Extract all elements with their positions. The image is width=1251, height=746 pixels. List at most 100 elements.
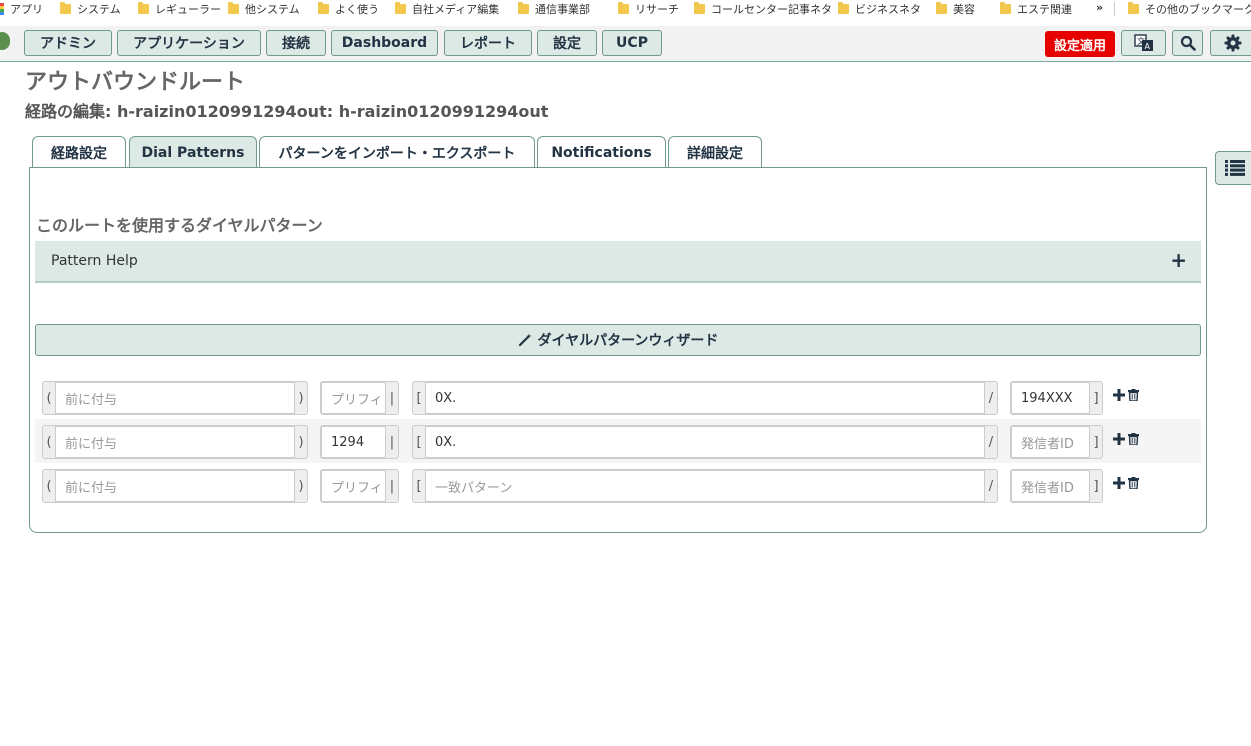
- bookmark-other-folder[interactable]: その他のブックマーク: [1128, 1, 1251, 17]
- folder-icon: [318, 2, 329, 14]
- side-list-button[interactable]: [1215, 151, 1251, 185]
- callerid-input[interactable]: 194XXX: [1011, 382, 1090, 414]
- folder-icon: [694, 2, 705, 14]
- bookmarks-divider: [1114, 2, 1115, 16]
- tab-dial-patterns[interactable]: Dial Patterns: [129, 136, 257, 169]
- prefix-input[interactable]: プリフィックス: [321, 382, 386, 414]
- svg-text:A: A: [1144, 42, 1150, 51]
- tab-import-export-patterns[interactable]: パターンをインポート・エクスポート: [259, 136, 535, 168]
- nav-applications-button[interactable]: アプリケーション: [117, 30, 261, 56]
- dial-pattern-row: ( 前に付与 ) プリフィックス | [ 一致パターン / 発信者ID ]: [35, 463, 1201, 507]
- trash-icon[interactable]: [1128, 433, 1139, 445]
- bookmark-label: その他のブックマーク: [1145, 3, 1251, 16]
- match-group: [ 0X. /: [412, 425, 998, 459]
- plus-icon[interactable]: [1113, 389, 1125, 401]
- bookmark-folder[interactable]: レギューラー: [138, 1, 221, 17]
- bookmarks-overflow-button[interactable]: »: [1096, 1, 1103, 14]
- bookmark-label: アプリ: [10, 3, 43, 16]
- language-button[interactable]: 文 A: [1121, 30, 1166, 56]
- plus-icon[interactable]: +: [1170, 248, 1187, 272]
- prefix-input[interactable]: 1294: [321, 426, 386, 458]
- bracket-label: ): [298, 390, 304, 406]
- bookmark-label: 他システム: [245, 3, 300, 16]
- prepend-group: ( 前に付与 ): [42, 469, 308, 503]
- section-title: このルートを使用するダイヤルパターン: [36, 216, 323, 235]
- nav-admin-button[interactable]: アドミン: [24, 30, 112, 56]
- dial-pattern-row: ( 前に付与 ) プリフィックス | [ 0X. / 194XXX ]: [35, 375, 1201, 419]
- nav-dashboard-button[interactable]: Dashboard: [331, 30, 438, 56]
- callerid-group: 発信者ID ]: [1010, 425, 1103, 459]
- language-icon: 文 A: [1133, 34, 1153, 51]
- bookmark-label: 自社メディア編集: [412, 3, 500, 16]
- bookmark-folder[interactable]: 通信事業部: [518, 1, 590, 17]
- bracket-label: [: [416, 390, 422, 406]
- bookmark-folder[interactable]: 他システム: [228, 1, 300, 17]
- bookmark-apps[interactable]: アプリ: [0, 1, 43, 17]
- bookmark-folder[interactable]: 自社メディア編集: [395, 1, 499, 17]
- search-button[interactable]: [1172, 30, 1203, 56]
- wizard-label: ダイヤルパターンウィザード: [537, 333, 719, 349]
- logo-icon[interactable]: [0, 32, 10, 50]
- folder-icon: [518, 2, 529, 14]
- bookmark-folder[interactable]: リサーチ: [618, 1, 679, 17]
- bracket-label: (: [46, 434, 52, 450]
- bracket-label: ]: [1093, 478, 1099, 494]
- pattern-help-accordion[interactable]: Pattern Help +: [35, 241, 1201, 283]
- apps-icon: [0, 3, 4, 15]
- bracket-label: (: [46, 390, 52, 406]
- prepend-input[interactable]: 前に付与: [55, 382, 295, 414]
- folder-icon: [395, 2, 406, 14]
- settings-button[interactable]: [1210, 30, 1251, 56]
- nav-settings-button[interactable]: 設定: [537, 30, 597, 56]
- bookmark-folder[interactable]: ビジネスネタ: [838, 1, 921, 17]
- bracket-label: ]: [1093, 390, 1099, 406]
- pattern-help-label: Pattern Help: [51, 253, 138, 269]
- callerid-input[interactable]: 発信者ID: [1011, 470, 1090, 502]
- trash-icon[interactable]: [1128, 389, 1139, 401]
- trash-icon[interactable]: [1128, 477, 1139, 489]
- nav-ucp-button[interactable]: UCP: [602, 30, 662, 56]
- prepend-group: ( 前に付与 ): [42, 381, 308, 415]
- gear-icon: [1224, 34, 1241, 52]
- prefix-input[interactable]: プリフィックス: [321, 470, 386, 502]
- match-pattern-input[interactable]: 0X.: [425, 426, 985, 458]
- match-group: [ 0X. /: [412, 381, 998, 415]
- match-group: [ 一致パターン /: [412, 469, 998, 503]
- plus-icon[interactable]: [1113, 477, 1125, 489]
- separator-label: /: [988, 478, 994, 494]
- bookmark-folder[interactable]: エステ関連: [1000, 1, 1072, 17]
- prepend-input[interactable]: 前に付与: [55, 426, 295, 458]
- nav-connectivity-button[interactable]: 接続: [266, 30, 326, 56]
- list-icon: [1225, 160, 1245, 176]
- bracket-label: ): [298, 434, 304, 450]
- tab-advanced-settings[interactable]: 詳細設定: [668, 136, 762, 168]
- bookmark-label: リサーチ: [635, 3, 679, 16]
- plus-icon[interactable]: [1113, 433, 1125, 445]
- separator-label: /: [988, 434, 994, 450]
- separator-label: |: [389, 478, 395, 494]
- bookmark-label: コールセンター記事ネタ: [711, 3, 832, 16]
- tab-route-settings[interactable]: 経路設定: [32, 136, 126, 168]
- match-pattern-input[interactable]: 0X.: [425, 382, 985, 414]
- apply-config-button[interactable]: 設定適用: [1045, 31, 1115, 57]
- folder-icon: [228, 2, 239, 14]
- separator-label: |: [389, 434, 395, 450]
- folder-icon: [138, 2, 149, 14]
- match-pattern-input[interactable]: 一致パターン: [425, 470, 985, 502]
- folder-icon: [838, 2, 849, 14]
- bracket-label: (: [46, 478, 52, 494]
- bookmark-folder[interactable]: コールセンター記事ネタ: [694, 1, 832, 17]
- bookmark-label: レギューラー: [155, 3, 221, 16]
- folder-icon: [618, 2, 629, 14]
- bookmark-folder[interactable]: 美容: [936, 1, 975, 17]
- nav-reports-button[interactable]: レポート: [444, 30, 532, 56]
- bookmark-folder[interactable]: システム: [60, 1, 121, 17]
- bookmark-folder[interactable]: よく使う: [318, 1, 379, 17]
- row-actions: [1113, 477, 1139, 489]
- tab-notifications[interactable]: Notifications: [537, 136, 666, 168]
- bracket-label: [: [416, 478, 422, 494]
- prepend-input[interactable]: 前に付与: [55, 470, 295, 502]
- dial-pattern-wizard-button[interactable]: ダイヤルパターンウィザード: [35, 324, 1201, 356]
- bookmark-label: エステ関連: [1017, 3, 1072, 16]
- callerid-input[interactable]: 発信者ID: [1011, 426, 1090, 458]
